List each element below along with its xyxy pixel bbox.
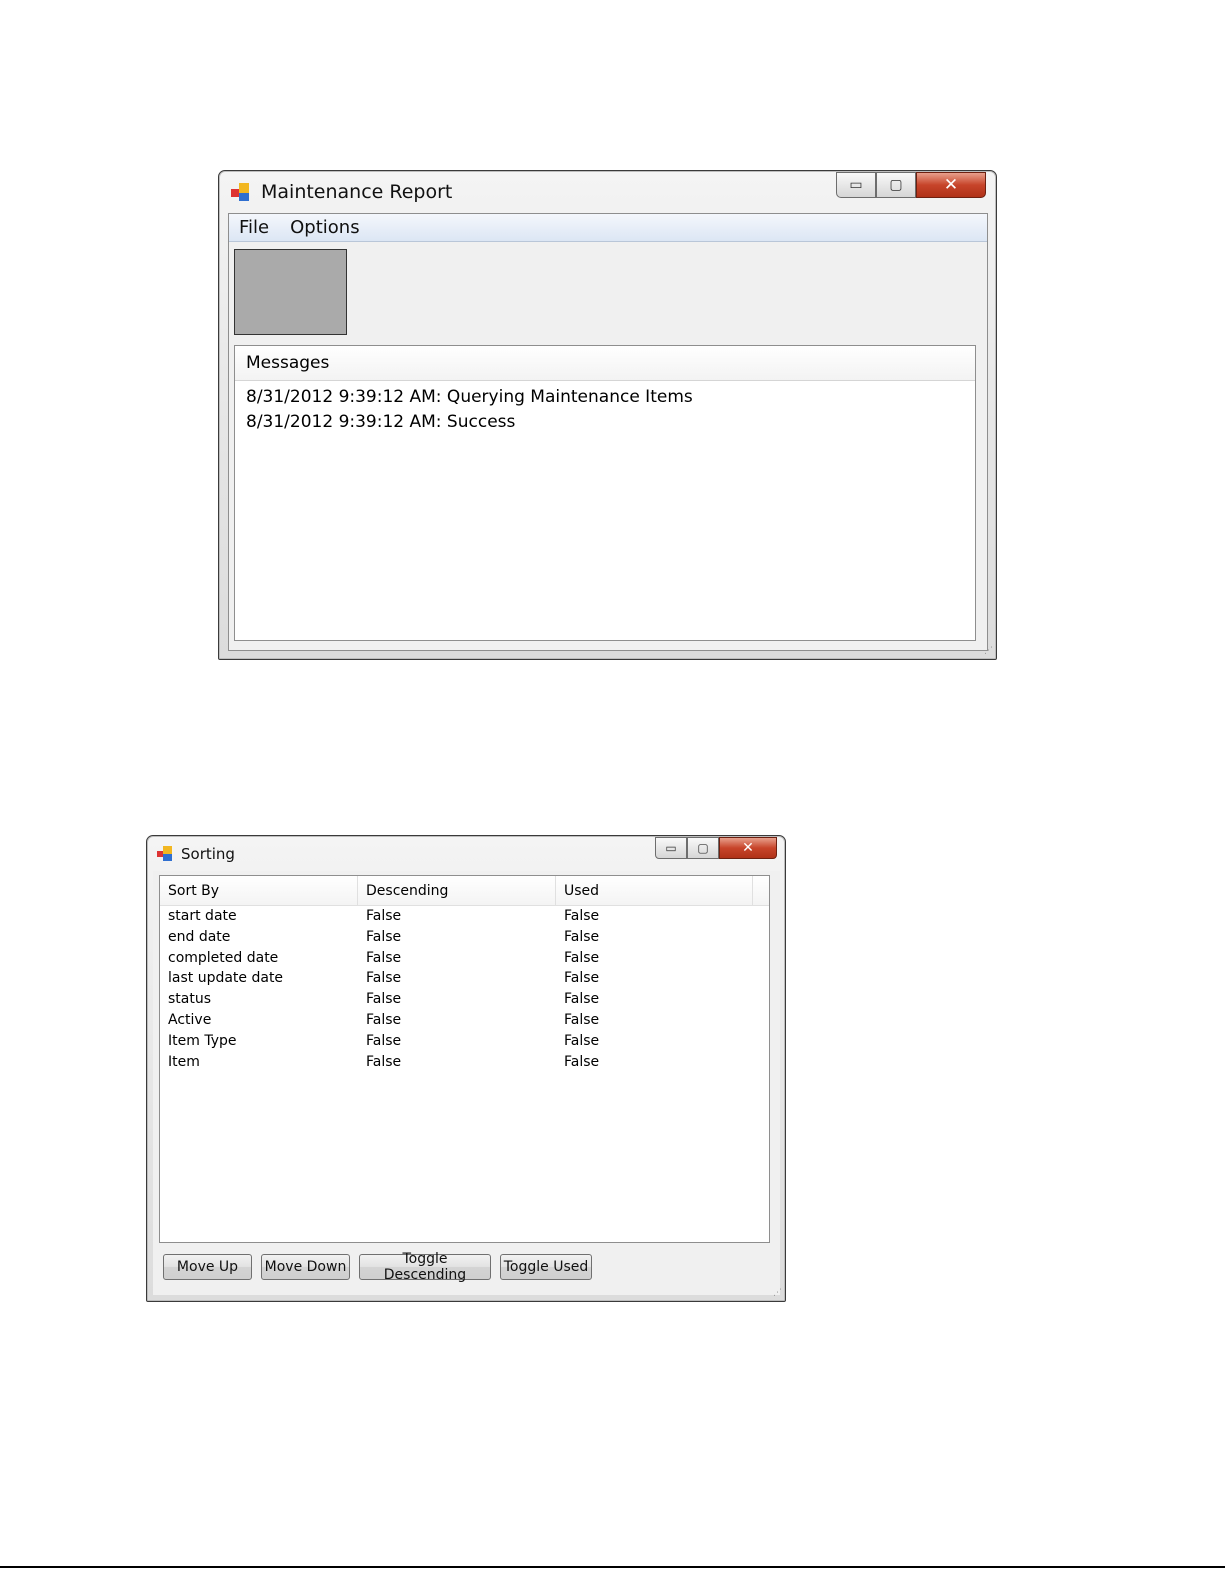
list-row[interactable]: Item False False — [160, 1054, 769, 1075]
cell-sort-by: status — [168, 991, 212, 1008]
maximize-button[interactable]: ▢ — [876, 172, 916, 198]
move-up-button[interactable]: Move Up — [163, 1254, 252, 1280]
list-row[interactable]: completed date False False — [160, 950, 769, 971]
column-header-used[interactable]: Used — [556, 876, 753, 905]
close-button[interactable]: ✕ — [916, 172, 986, 198]
toggle-descending-button[interactable]: Toggle Descending — [359, 1251, 491, 1283]
list-row[interactable]: last update date False False — [160, 970, 769, 991]
window-title: Maintenance Report — [261, 181, 453, 203]
resize-grip[interactable]: ⋰ — [984, 646, 993, 656]
column-header-filler — [753, 876, 769, 905]
column-header-descending[interactable]: Descending — [358, 876, 556, 905]
cell-descending: False — [366, 991, 402, 1008]
cell-descending: False — [366, 1011, 402, 1028]
cell-sort-by: Active — [168, 1011, 212, 1028]
cell-sort-by: start date — [168, 908, 237, 924]
message-line[interactable]: 8/31/2012 9:39:12 AM: Success — [235, 410, 975, 435]
list-row[interactable]: start date False False — [160, 908, 769, 929]
cell-sort-by: Item — [168, 1053, 200, 1070]
cell-descending: False — [366, 908, 402, 924]
window-controls: ▭ ▢ ✕ — [836, 172, 986, 198]
cell-used: False — [564, 991, 600, 1008]
sort-list[interactable]: Sort By Descending Used start date False… — [159, 875, 770, 1243]
list-header: Sort By Descending Used — [160, 876, 769, 906]
page-bottom-rule — [0, 1566, 1225, 1568]
cell-descending: False — [366, 1032, 402, 1049]
cell-sort-by: completed date — [168, 949, 279, 966]
cell-used: False — [564, 949, 600, 966]
menu-file[interactable]: File — [239, 217, 269, 238]
cell-used: False — [564, 1011, 600, 1028]
app-icon — [231, 183, 249, 201]
cell-used: False — [564, 908, 600, 924]
window-controls: ▭ ▢ ✕ — [655, 837, 777, 859]
cell-descending: False — [366, 1053, 402, 1070]
list-row[interactable]: end date False False — [160, 929, 769, 950]
maximize-button[interactable]: ▢ — [687, 837, 719, 859]
messages-header[interactable]: Messages — [235, 346, 975, 381]
menu-options[interactable]: Options — [290, 217, 359, 238]
move-down-button[interactable]: Move Down — [261, 1254, 350, 1280]
list-row[interactable]: Active False False — [160, 1012, 769, 1033]
column-header-sort-by[interactable]: Sort By — [160, 876, 358, 905]
client-area: File Options Messages 8/31/2012 9:39:12 … — [228, 213, 988, 651]
menu-bar: File Options — [229, 214, 987, 242]
cell-used: False — [564, 1053, 600, 1070]
sorting-window: Sorting ▭ ▢ ✕ Sort By Descending Used st… — [146, 835, 786, 1302]
minimize-button[interactable]: ▭ — [655, 837, 687, 859]
message-line[interactable]: 8/31/2012 9:39:12 AM: Querying Maintenan… — [235, 385, 975, 410]
cell-descending: False — [366, 970, 402, 987]
cell-sort-by: Item Type — [168, 1032, 237, 1049]
cell-sort-by: end date — [168, 928, 231, 945]
cell-sort-by: last update date — [168, 970, 284, 987]
cell-descending: False — [366, 949, 402, 966]
maintenance-report-window: Maintenance Report ▭ ▢ ✕ File Options Me… — [218, 170, 997, 660]
minimize-button[interactable]: ▭ — [836, 172, 876, 198]
list-row[interactable]: Item Type False False — [160, 1033, 769, 1054]
toggle-used-button[interactable]: Toggle Used — [500, 1254, 592, 1280]
button-bar: Move Up Move Down Toggle Descending Togg… — [163, 1251, 601, 1283]
list-row[interactable]: status False False — [160, 991, 769, 1012]
image-placeholder — [234, 249, 347, 335]
close-button[interactable]: ✕ — [719, 837, 777, 859]
window-title: Sorting — [181, 845, 235, 863]
messages-list[interactable]: Messages 8/31/2012 9:39:12 AM: Querying … — [234, 345, 976, 641]
list-body: start date False False end date False Fa… — [160, 906, 769, 1074]
client-area: Sort By Descending Used start date False… — [153, 871, 780, 1295]
cell-descending: False — [366, 928, 402, 945]
resize-grip[interactable]: ⋰ — [773, 1288, 782, 1298]
app-icon — [157, 846, 172, 861]
cell-used: False — [564, 970, 600, 987]
cell-used: False — [564, 1032, 600, 1049]
cell-used: False — [564, 928, 600, 945]
